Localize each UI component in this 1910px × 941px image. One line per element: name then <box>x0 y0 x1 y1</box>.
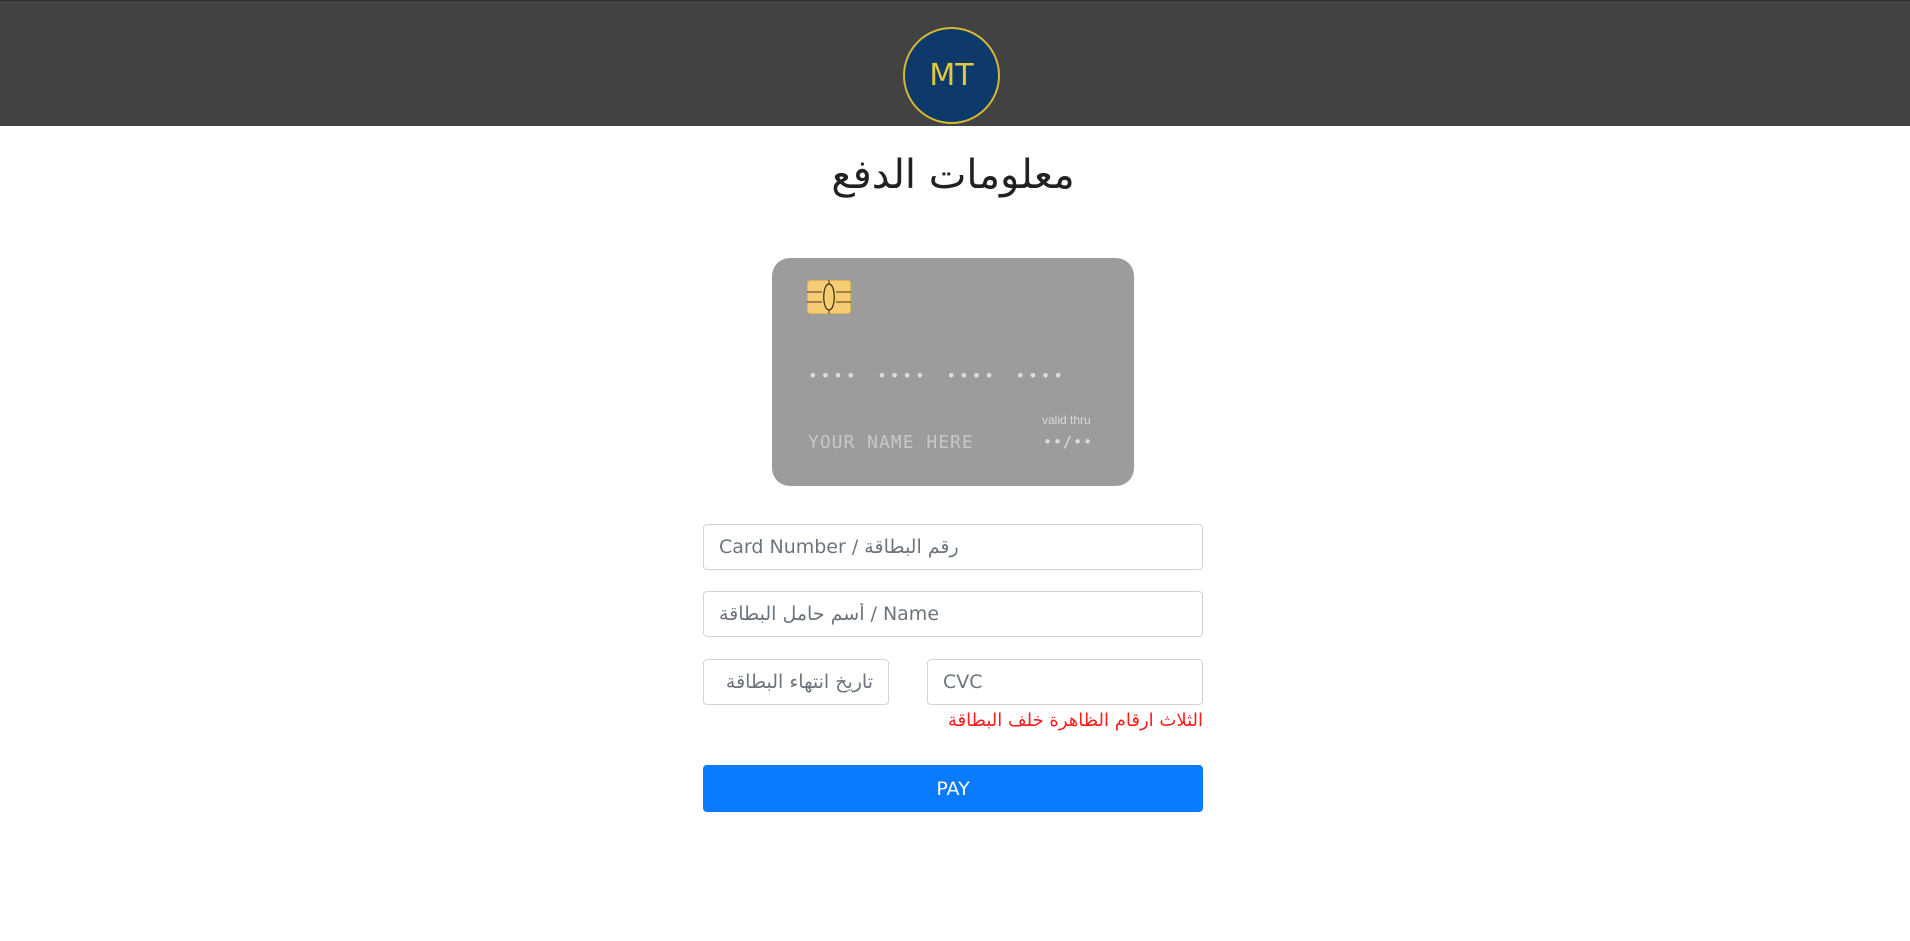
logo[interactable]: MT <box>903 27 1000 124</box>
cardholder-name-input[interactable] <box>703 591 1203 637</box>
cardholder-name-display: YOUR NAME HERE <box>808 432 974 453</box>
page-title: معلومات الدفع <box>831 152 1075 198</box>
cvc-input[interactable] <box>927 659 1203 705</box>
top-header-bar: MT <box>0 0 1910 126</box>
cvc-hint-text: الثلاث ارقام الظاهرة خلف البطاقة <box>947 710 1203 731</box>
valid-thru-label: valid thru <box>1042 413 1091 427</box>
card-number-display: •••• •••• •••• •••• <box>808 366 1067 385</box>
expiry-date-input[interactable] <box>703 659 889 705</box>
card-number-input[interactable] <box>703 524 1203 570</box>
sim-chip-icon <box>807 280 851 314</box>
pay-button[interactable]: PAY <box>703 765 1203 812</box>
expiry-display: ••/•• <box>1043 433 1094 451</box>
credit-card-preview: •••• •••• •••• •••• YOUR NAME HERE valid… <box>772 258 1134 486</box>
